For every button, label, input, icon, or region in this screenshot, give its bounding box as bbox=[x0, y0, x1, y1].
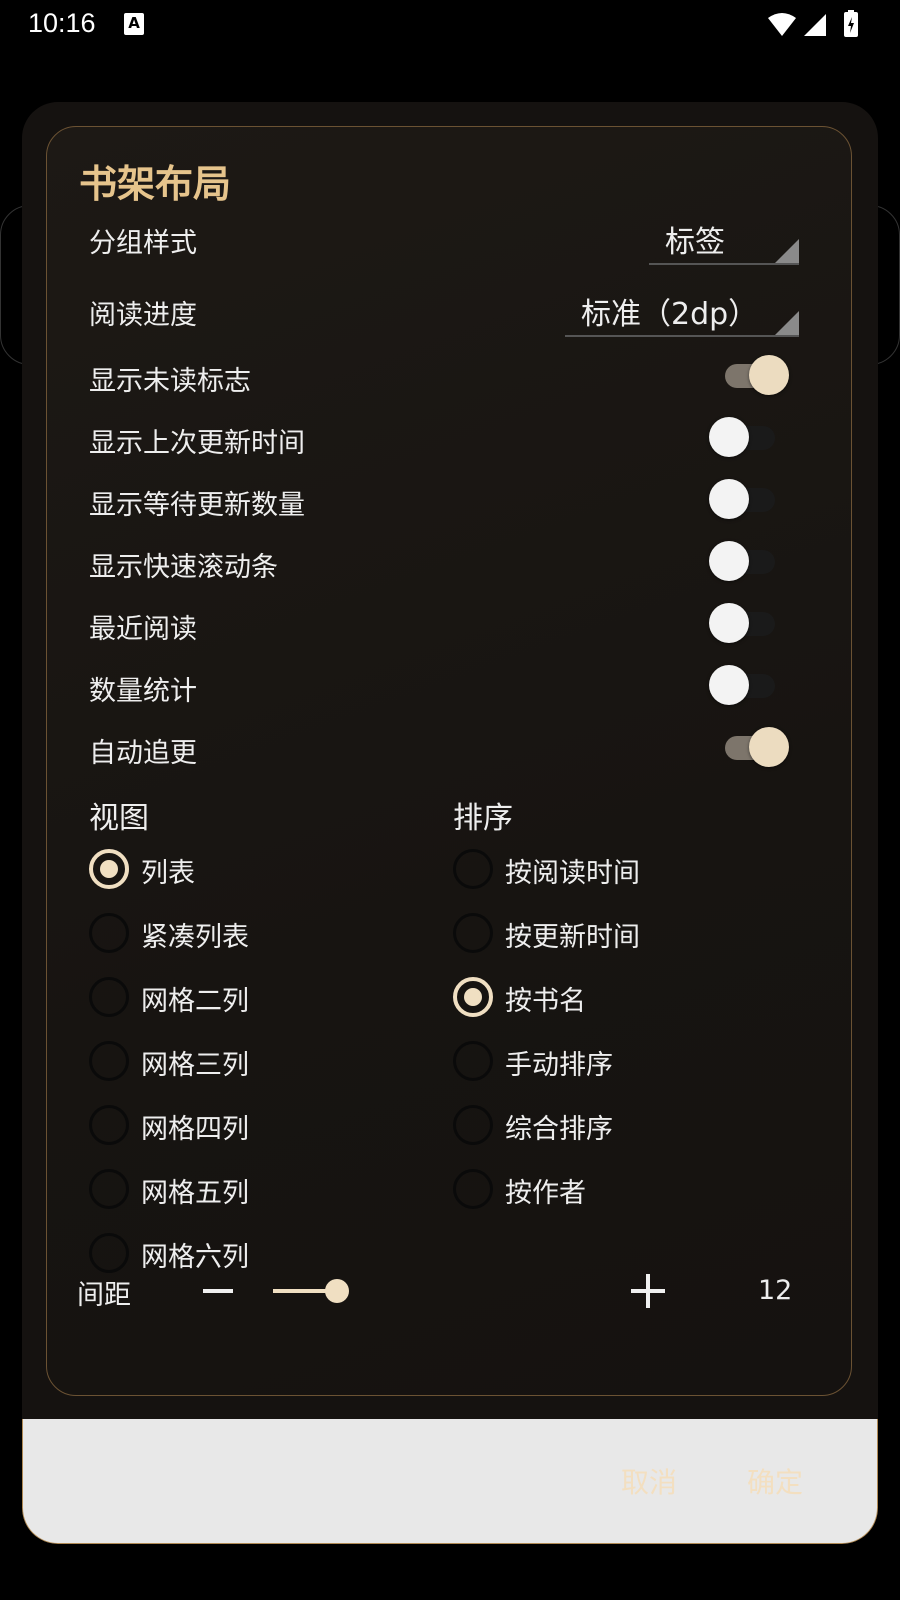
switch-thumb bbox=[709, 417, 749, 457]
switch-thumb bbox=[749, 727, 789, 767]
dialog-footer: 取消 确定 bbox=[22, 1419, 878, 1544]
sort-option-label[interactable]: 按阅读时间 bbox=[505, 851, 640, 890]
view-option-label[interactable]: 网格五列 bbox=[141, 1171, 249, 1210]
view-radio-grid-3[interactable] bbox=[89, 1041, 129, 1081]
sort-radio-author[interactable] bbox=[453, 1169, 493, 1209]
toggle-label-count-stats: 数量统计 bbox=[89, 676, 197, 707]
toggle-label-unread: 显示未读标志 bbox=[89, 366, 251, 397]
wifi-icon bbox=[768, 13, 796, 36]
toggle-pending-count[interactable] bbox=[709, 479, 791, 519]
spacing-slider-thumb[interactable] bbox=[325, 1279, 349, 1303]
status-time: 10:16 bbox=[28, 8, 96, 38]
view-radio-grid-2[interactable] bbox=[89, 977, 129, 1017]
view-radio-grid-6[interactable] bbox=[89, 1233, 129, 1273]
view-heading: 视图 bbox=[89, 801, 149, 836]
dialog-title: 书架布局 bbox=[79, 162, 232, 206]
view-radio-compact-list[interactable] bbox=[89, 913, 129, 953]
toggle-fast-scroll[interactable] bbox=[709, 541, 791, 581]
cancel-button[interactable]: 取消 bbox=[621, 1461, 677, 1501]
toggle-last-update[interactable] bbox=[709, 417, 791, 457]
toggle-label-auto-follow: 自动追更 bbox=[89, 738, 197, 769]
view-radio-grid-4[interactable] bbox=[89, 1105, 129, 1145]
switch-thumb bbox=[709, 603, 749, 643]
toggle-unread[interactable] bbox=[725, 355, 791, 395]
plus-icon[interactable] bbox=[631, 1274, 665, 1308]
status-icons bbox=[768, 10, 858, 37]
switch-thumb bbox=[709, 479, 749, 519]
ok-button[interactable]: 确定 bbox=[747, 1461, 803, 1501]
toggle-label-recent-read: 最近阅读 bbox=[89, 614, 197, 645]
read-progress-label: 阅读进度 bbox=[89, 300, 197, 331]
sort-radio-book-name[interactable] bbox=[453, 977, 493, 1017]
sort-option-label[interactable]: 按作者 bbox=[505, 1171, 586, 1210]
switch-thumb bbox=[709, 665, 749, 705]
view-radio-grid-5[interactable] bbox=[89, 1169, 129, 1209]
spacing-label: 间距 bbox=[77, 1280, 131, 1311]
toggle-label-fast-scroll: 显示快速滚动条 bbox=[89, 552, 278, 583]
toggle-label-last-update: 显示上次更新时间 bbox=[89, 428, 305, 459]
sort-option-label[interactable]: 手动排序 bbox=[505, 1043, 613, 1082]
sort-radio-update-time[interactable] bbox=[453, 913, 493, 953]
view-option-label[interactable]: 网格四列 bbox=[141, 1107, 249, 1146]
switch-thumb bbox=[709, 541, 749, 581]
switch-thumb bbox=[749, 355, 789, 395]
sort-radio-composite[interactable] bbox=[453, 1105, 493, 1145]
group-style-value: 标签 bbox=[665, 225, 725, 260]
toggle-label-pending-count: 显示等待更新数量 bbox=[89, 490, 305, 521]
battery-icon bbox=[844, 10, 858, 37]
toggle-recent-read[interactable] bbox=[709, 603, 791, 643]
view-option-label[interactable]: 列表 bbox=[141, 851, 195, 890]
sort-option-label[interactable]: 按更新时间 bbox=[505, 915, 640, 954]
bookshelf-layout-dialog: 书架布局 分组样式 标签 阅读进度 标准（2dp） 显示未读标志 显示上次更新时… bbox=[22, 102, 878, 1544]
dropdown-arrow-icon bbox=[775, 239, 799, 263]
sort-radio-read-time[interactable] bbox=[453, 849, 493, 889]
view-option-label[interactable]: 网格三列 bbox=[141, 1043, 249, 1082]
notification-icon: A bbox=[124, 13, 144, 35]
view-option-label[interactable]: 紧凑列表 bbox=[141, 915, 249, 954]
view-radio-list[interactable] bbox=[89, 849, 129, 889]
toggle-auto-follow[interactable] bbox=[725, 727, 791, 767]
status-bar: 10:16 A bbox=[0, 0, 900, 50]
signal-icon bbox=[804, 14, 826, 36]
group-style-label: 分组样式 bbox=[89, 228, 197, 259]
sort-heading: 排序 bbox=[453, 801, 513, 836]
spacing-value: 12 bbox=[758, 1275, 793, 1306]
read-progress-select[interactable]: 标准（2dp） bbox=[565, 287, 799, 337]
sort-option-label[interactable]: 综合排序 bbox=[505, 1107, 613, 1146]
group-style-select[interactable]: 标签 bbox=[649, 215, 799, 265]
sort-radio-manual[interactable] bbox=[453, 1041, 493, 1081]
read-progress-value: 标准（2dp） bbox=[581, 297, 759, 332]
view-option-label[interactable]: 网格六列 bbox=[141, 1235, 249, 1274]
dialog-panel: 书架布局 分组样式 标签 阅读进度 标准（2dp） 显示未读标志 显示上次更新时… bbox=[46, 126, 852, 1396]
sort-option-label[interactable]: 按书名 bbox=[505, 979, 586, 1018]
view-option-label[interactable]: 网格二列 bbox=[141, 979, 249, 1018]
minus-icon[interactable] bbox=[203, 1289, 233, 1293]
toggle-count-stats[interactable] bbox=[709, 665, 791, 705]
dropdown-arrow-icon bbox=[775, 311, 799, 335]
